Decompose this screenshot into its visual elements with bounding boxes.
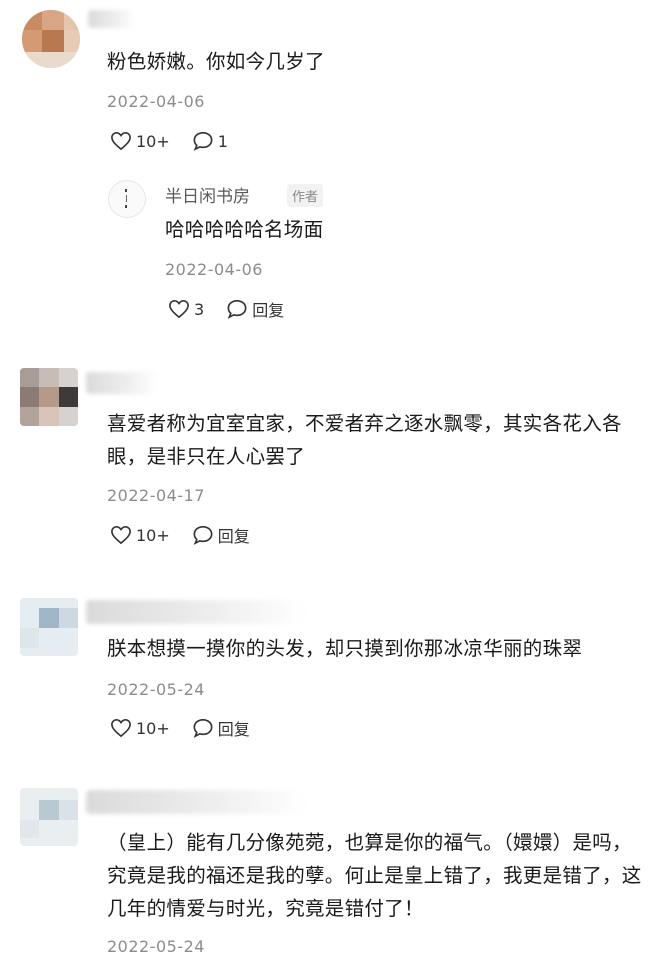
comment-text: 喜爱者称为宜室宜家，不爱者弃之逐水飘零，其实各花入各眼，是非只在人心罢了 — [107, 412, 622, 468]
author-badge: 作者 — [287, 184, 324, 207]
comment-text: 粉色娇嫩。你如今几岁了 — [107, 50, 325, 73]
like-count: 10+ — [136, 525, 170, 545]
comment-date: 2022-05-24 — [107, 937, 205, 956]
username-blurred[interactable] — [86, 372, 158, 394]
reply-actions: 3 回复 — [168, 296, 306, 322]
like-count: 10+ — [136, 131, 170, 151]
speech-bubble-icon — [193, 131, 213, 151]
username-blurred[interactable] — [86, 600, 306, 624]
avatar[interactable] — [20, 788, 78, 846]
username-blurred[interactable] — [86, 790, 306, 814]
like-button[interactable]: 10+ — [110, 525, 170, 545]
comment-button[interactable]: 1 — [192, 131, 228, 151]
like-button[interactable]: 10+ — [110, 718, 170, 738]
comment-actions: 10+ 回复 — [110, 522, 272, 548]
comment-date: 2022-04-17 — [107, 486, 205, 505]
heart-outline-icon — [169, 299, 189, 319]
reply-date: 2022-04-06 — [165, 260, 263, 279]
comment-date: 2022-05-24 — [107, 680, 205, 699]
like-count: 3 — [194, 299, 205, 319]
comment-text: 朕本想摸一摸你的头发，却只摸到你那冰凉华丽的珠翠 — [107, 637, 583, 660]
reply-author-name[interactable]: 半日闲书房 — [165, 182, 250, 207]
like-button[interactable]: 3 — [168, 299, 204, 319]
reply-label: 回复 — [217, 527, 250, 546]
reply-button[interactable]: 回复 — [226, 297, 284, 321]
heart-outline-icon — [111, 131, 131, 151]
comment-text: （皇上）能有几分像苑菀，也算是你的福气。（嬛嬛）是吗，究竟是我的福还是我的孽。何… — [107, 831, 642, 920]
comment-actions: 10+ 1 — [110, 128, 250, 154]
reply-label: 回复 — [217, 720, 250, 739]
comment-actions: 10+ 回复 — [110, 715, 272, 741]
avatar[interactable] — [22, 10, 80, 68]
reply-button[interactable]: 回复 — [192, 716, 250, 740]
avatar[interactable] — [20, 598, 78, 656]
comment-count: 1 — [217, 131, 228, 151]
like-count: 10+ — [136, 718, 170, 738]
reply-text: 哈哈哈哈哈名场面 — [165, 218, 324, 241]
avatar[interactable] — [20, 368, 78, 426]
heart-outline-icon — [111, 718, 131, 738]
username-blurred[interactable] — [88, 10, 136, 28]
comment-date: 2022-04-06 — [107, 92, 205, 111]
reply-button[interactable]: 回复 — [192, 523, 250, 547]
heart-outline-icon — [111, 525, 131, 545]
speech-bubble-icon — [193, 525, 213, 545]
like-button[interactable]: 10+ — [110, 131, 170, 151]
reply-label: 回复 — [252, 301, 285, 320]
speech-bubble-icon — [227, 299, 247, 319]
author-avatar[interactable] — [108, 180, 146, 218]
speech-bubble-icon — [193, 718, 213, 738]
